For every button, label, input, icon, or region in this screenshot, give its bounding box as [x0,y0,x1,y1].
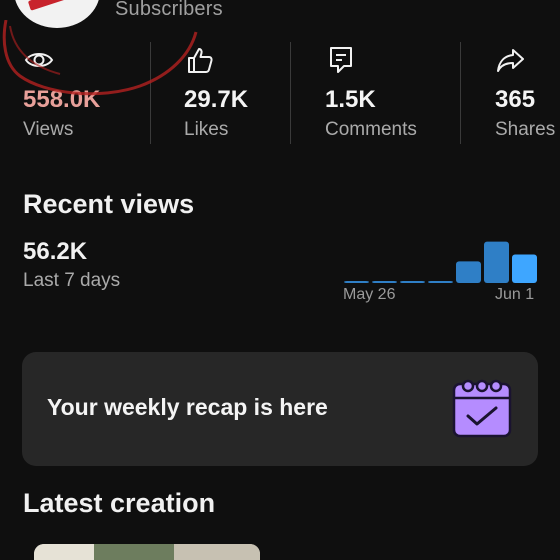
channel-analytics-screen: Subscribers 558.0K Views 29.7K Likes 1.5… [0,0,560,560]
chart-bar [512,254,537,283]
weekly-recap-card[interactable]: Your weekly recap is here [22,352,538,466]
chart-axis-end-label: Jun 1 [495,286,535,303]
recent-views-value: 56.2K [23,238,88,265]
thumbs-up-icon [188,48,213,73]
subscribers-label: Subscribers [115,0,223,20]
comment-icon [330,47,352,73]
thumbnail-graphic [94,544,174,560]
eye-icon [24,53,54,67]
shares-value: 365 [495,86,536,113]
stat-divider [150,42,151,144]
thumbnail-graphic [34,544,94,560]
recent-views-title: Recent views [23,189,195,219]
weekly-recap-text: Your weekly recap is here [47,394,328,420]
chart-bar [344,281,369,283]
chart-bar [484,241,509,283]
latest-creation-title: Latest creation [23,488,216,518]
avatar-graphic [27,0,87,11]
views-label: Views [23,119,74,140]
likes-label: Likes [184,119,229,140]
recent-views-period: Last 7 days [23,270,121,291]
channel-avatar[interactable] [14,0,100,28]
comments-label: Comments [325,119,417,140]
chart-bar [456,261,481,283]
stat-divider [460,42,461,144]
chart-bar [400,281,425,283]
share-icon [497,49,524,72]
views-value: 558.0K [23,86,101,113]
stat-divider [290,42,291,144]
chart-bar [428,281,453,283]
stats-row: 558.0K Views 29.7K Likes 1.5K Comments 3… [0,40,560,144]
comments-value: 1.5K [325,86,376,113]
shares-label: Shares [495,119,556,140]
latest-creation-thumbnail[interactable] [34,544,260,560]
likes-value: 29.7K [184,86,249,113]
chart-bar [372,281,397,283]
chart-axis-start-label: May 26 [343,286,396,303]
thumbnail-graphic [174,544,260,560]
calendar-check-icon [452,379,512,438]
